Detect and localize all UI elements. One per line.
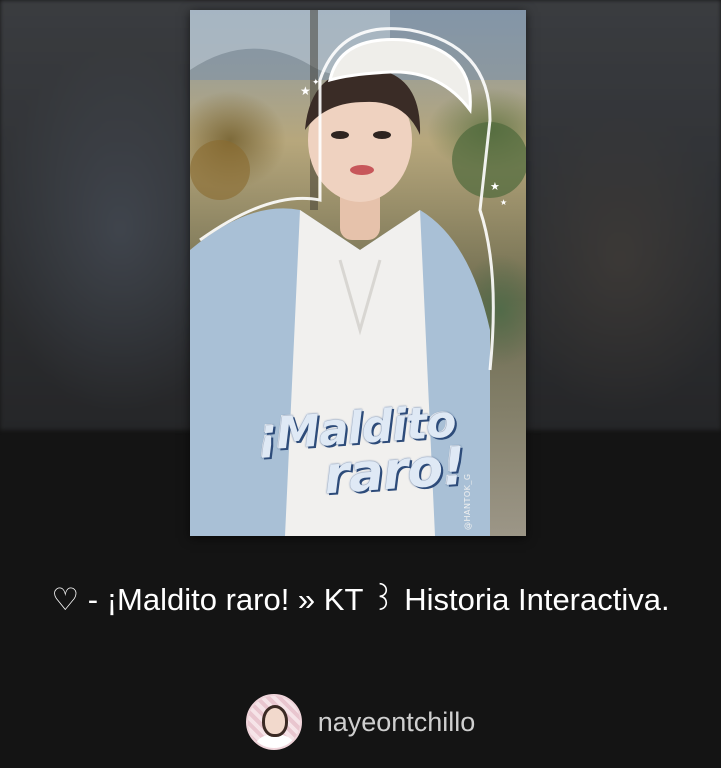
svg-text:★: ★	[490, 181, 500, 193]
svg-text:★: ★	[300, 84, 311, 98]
author-row[interactable]: nayeontchillo	[0, 692, 721, 752]
cover-watermark: @HANTOK_G	[463, 473, 472, 530]
story-cover-image[interactable]: ★ ✦ ★ ★ ★ ¡Maldito raro! @HANTOK_G	[190, 10, 526, 536]
svg-text:✦: ✦	[312, 77, 320, 87]
story-title[interactable]: ♡ - ¡Maldito raro! » KT ꒱ Historia Inter…	[40, 578, 681, 622]
user-avatar-icon[interactable]	[245, 694, 302, 750]
author-username[interactable]: nayeontchillo	[318, 707, 476, 738]
svg-text:★: ★	[500, 198, 507, 207]
avatar-face	[261, 705, 288, 737]
